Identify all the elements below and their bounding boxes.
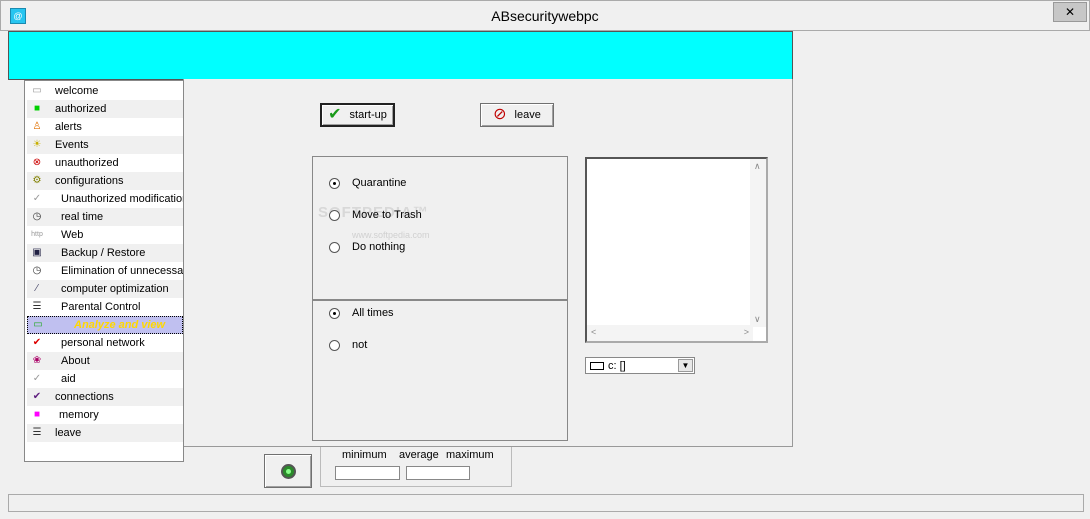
radio-quarantine[interactable]: Quarantine (329, 177, 406, 189)
scan-button[interactable] (264, 454, 312, 488)
sidebar-item-connections[interactable]: ✔ connections (27, 388, 183, 406)
target-icon (281, 464, 296, 479)
watermark-url: www.softpedia.com (352, 230, 430, 240)
stat-label-maximum: maximum (446, 449, 494, 461)
sidebar-item-authorized[interactable]: ■ authorized (27, 100, 183, 118)
sidebar-item-parental-control[interactable]: ☰ Parental Control (27, 298, 183, 316)
radio-dot[interactable] (329, 241, 340, 253)
minimum-field[interactable] (335, 466, 400, 480)
drive-icon (590, 361, 604, 370)
magenta-square-icon: ■ (33, 409, 41, 420)
sidebar-item-unauthorized-modifications[interactable]: ✓ Unauthorized modifications (27, 190, 183, 208)
sidebar-item-alerts[interactable]: ♙ alerts (27, 118, 183, 136)
horizontal-scrollbar[interactable]: < > (587, 325, 753, 341)
list-icon: ☰ (32, 427, 42, 438)
sidebar-item-leave[interactable]: ☰ leave (27, 424, 183, 442)
doc-icon: ▭ (32, 85, 42, 96)
radio-dot[interactable] (329, 307, 340, 319)
sidebar-item-real-time[interactable]: ◷ real time (27, 208, 183, 226)
sidebar-item-personal-network[interactable]: ✔ personal network (27, 334, 183, 352)
monitor-icon: ▭ (33, 319, 43, 330)
radio-dot[interactable] (329, 209, 340, 221)
sidebar-item-unauthorized[interactable]: ⊗ unauthorized (27, 154, 183, 172)
radio-not[interactable]: not (329, 339, 367, 351)
no-entry-icon: ⊗ (32, 157, 42, 168)
check-icon: ✓ (32, 373, 42, 384)
sidebar-item-about[interactable]: ❀ About (27, 352, 183, 370)
close-button[interactable]: ✕ (1053, 2, 1087, 22)
average-maximum-field[interactable] (406, 466, 470, 480)
sidebar-item-elimination[interactable]: ◷ Elimination of unnecessary (27, 262, 183, 280)
about-icon: ❀ (32, 355, 42, 366)
sidebar-item-memory[interactable]: ■ memory (27, 406, 183, 424)
purple-check-icon: ✔ (32, 391, 42, 402)
http-icon: http (31, 231, 43, 238)
stat-label-minimum: minimum (342, 449, 387, 461)
scroll-left-icon[interactable]: < (591, 327, 596, 337)
drive-select[interactable]: c: [] ▼ (585, 357, 695, 374)
config-icon: ⚙ (32, 175, 42, 186)
wand-icon: ⁄ (36, 283, 38, 294)
red-check-icon: ✔ (32, 337, 42, 348)
sidebar-item-web[interactable]: http Web (27, 226, 183, 244)
sidebar: ▭ welcome ■ authorized ♙ alerts ☀ Events ⊗ un… (24, 80, 184, 462)
sidebar-item-computer-optimization[interactable]: ⁄ computer optimization (27, 280, 183, 298)
header-banner (8, 31, 793, 80)
clock-icon: ◷ (32, 265, 42, 276)
checkmark-icon: ✔ (328, 106, 342, 123)
check-small-icon: ✓ (32, 193, 42, 204)
vertical-scrollbar[interactable]: ∧ ∨ (750, 159, 766, 327)
leave-button[interactable]: ⊘ leave (480, 103, 554, 127)
green-square-icon: ■ (33, 103, 41, 114)
clock-icon: ◷ (32, 211, 42, 222)
radio-dot[interactable] (329, 339, 340, 351)
no-entry-icon: ⊘ (493, 106, 507, 123)
list-icon: ☰ (32, 301, 42, 312)
alert-person-icon: ♙ (32, 121, 42, 132)
chevron-down-icon[interactable]: ▼ (678, 359, 693, 372)
file-listbox[interactable]: ∧ ∨ < > (585, 157, 768, 343)
window-title: ABsecuritywebpc (491, 8, 599, 24)
scroll-down-icon[interactable]: ∨ (754, 314, 761, 325)
lightbulb-icon: ☀ (32, 139, 42, 150)
schedule-group (312, 300, 568, 441)
scroll-right-icon[interactable]: > (744, 327, 749, 337)
floppy-icon: ▣ (32, 247, 42, 258)
sidebar-item-backup-restore[interactable]: ▣ Backup / Restore (27, 244, 183, 262)
title-bar: @ ABsecuritywebpc ✕ (0, 0, 1090, 31)
start-up-button[interactable]: ✔ start-up (320, 103, 395, 127)
sidebar-item-welcome[interactable]: ▭ welcome (27, 82, 183, 100)
radio-dot[interactable] (329, 177, 340, 189)
radio-move-to-trash[interactable]: Move to Trash (329, 209, 422, 221)
status-bar (8, 494, 1084, 512)
sidebar-item-configurations[interactable]: ⚙ configurations (27, 172, 183, 190)
sidebar-item-analyze-and-view[interactable]: ▭ Analyze and view (27, 316, 183, 334)
sidebar-item-events[interactable]: ☀ Events (27, 136, 183, 154)
scroll-up-icon[interactable]: ∧ (754, 161, 761, 172)
radio-all-times[interactable]: All times (329, 307, 394, 319)
stat-label-average: average (399, 449, 439, 461)
sidebar-item-aid[interactable]: ✓ aid (27, 370, 183, 388)
radio-do-nothing[interactable]: Do nothing (329, 241, 405, 253)
